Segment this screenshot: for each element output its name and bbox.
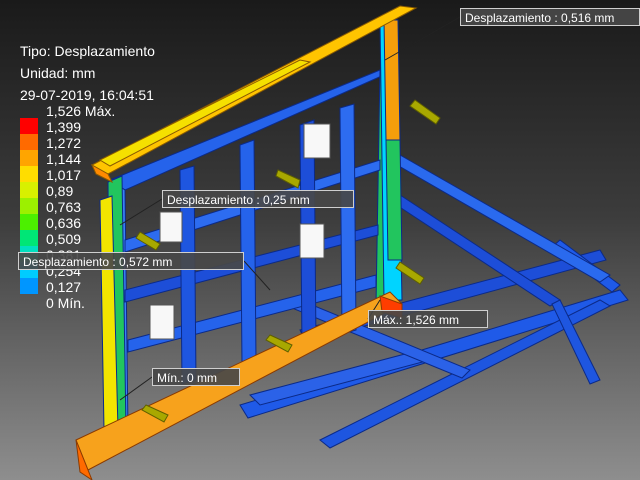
scale-label: 0,509 [46, 231, 82, 247]
scale-label: 1,144 [46, 151, 82, 167]
scale-label: 1,272 [46, 135, 82, 151]
color-swatch [20, 182, 38, 198]
color-swatch [20, 214, 38, 230]
color-swatch [20, 198, 38, 214]
probe-label-displacement-top[interactable]: Desplazamiento : 0,516 mm [460, 8, 640, 26]
scale-label: 0,127 [46, 279, 82, 295]
scale-label: 0,763 [46, 199, 82, 215]
color-swatch [20, 150, 38, 166]
color-swatch [20, 118, 38, 134]
scale-label: 0,89 [46, 183, 74, 199]
scale-label: 0,636 [46, 215, 82, 231]
color-scale-labels: 1,526 Máx. 1,399 1,272 1,144 1,017 0,89 … [46, 103, 115, 311]
probe-label-min[interactable]: Mín.: 0 mm [152, 368, 240, 386]
scale-label: 1,017 [46, 167, 82, 183]
result-unit-label: Unidad: mm [20, 65, 96, 81]
color-swatch [20, 134, 38, 150]
probe-label-displacement-left[interactable]: Desplazamiento : 0,572 mm [18, 252, 244, 270]
result-legend: Tipo: Desplazamiento Unidad: mm 29-07-20… [20, 40, 155, 106]
color-swatch [20, 166, 38, 182]
color-swatch [20, 230, 38, 246]
probe-label-displacement-middle[interactable]: Desplazamiento : 0,25 mm [162, 190, 354, 208]
scale-label: 1,399 [46, 119, 82, 135]
scale-label-min: 0 Mín. [46, 295, 85, 311]
color-swatch [20, 278, 38, 294]
probe-label-max[interactable]: Máx.: 1,526 mm [368, 310, 488, 328]
result-type-label: Tipo: Desplazamiento [20, 43, 155, 59]
scale-label-max: 1,526 Máx. [46, 103, 116, 119]
